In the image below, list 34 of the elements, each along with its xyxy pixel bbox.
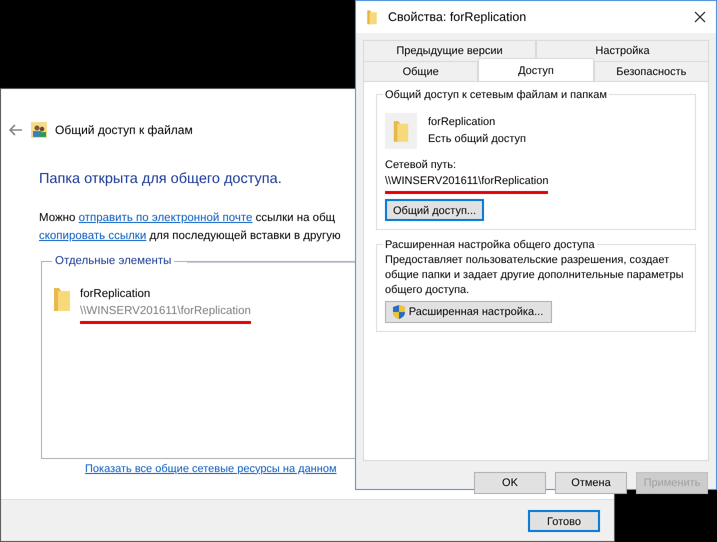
window-title: Общий доступ к файлам [55, 122, 193, 139]
tab[interactable]: Доступ [478, 58, 594, 81]
back-arrow-icon[interactable] [9, 124, 23, 136]
people-icon [31, 122, 47, 138]
text: ссылки на общ [254, 212, 336, 224]
folder-icon [366, 9, 378, 25]
share-status: Есть общий доступ [428, 132, 526, 146]
shield-icon [392, 304, 406, 320]
cancel-button[interactable]: Отмена [555, 472, 627, 494]
text: Можно [39, 212, 76, 224]
tab[interactable]: Настройка [536, 40, 709, 60]
network-path: \\WINSERV201611\forReplication [385, 173, 548, 194]
link[interactable]: скопировать ссылки [39, 230, 146, 242]
tab[interactable]: Предыдущие версии [363, 40, 536, 60]
folder-name: forReplication [428, 115, 496, 130]
share-button[interactable]: Общий доступ... [385, 199, 484, 221]
description: Предоставляет пользовательские разрешения, создает общие папки и задает другие дополнительные параметры общего доступа. [385, 253, 684, 298]
network-path: \\WINSERV201611\forReplication [80, 303, 251, 324]
window-title: Свойства: forReplication [388, 8, 526, 26]
link[interactable]: Показать все общие сетевые ресурсы на данном [85, 460, 337, 478]
path-label: Сетевой путь: [385, 158, 458, 172]
group-legend: Расширенная настройка общего доступа [383, 237, 597, 254]
text: для последующей вставки в другую [148, 230, 341, 242]
tab[interactable]: Общие [363, 60, 478, 81]
ok-button[interactable]: OK [474, 472, 546, 494]
link[interactable]: отправить по электронной почте [78, 212, 252, 224]
item-name: forReplication [80, 286, 152, 302]
folder-icon [52, 286, 72, 312]
close-icon[interactable] [694, 11, 706, 23]
group-legend: Общий доступ к сетевым файлам и папкам [383, 87, 609, 104]
advanced-settings-button[interactable]: Расширенная настройка... [385, 300, 552, 323]
tab[interactable]: Безопасность [594, 60, 709, 81]
heading: Папка открыта для общего доступа. [39, 170, 282, 189]
done-button[interactable]: Готово [528, 510, 600, 532]
